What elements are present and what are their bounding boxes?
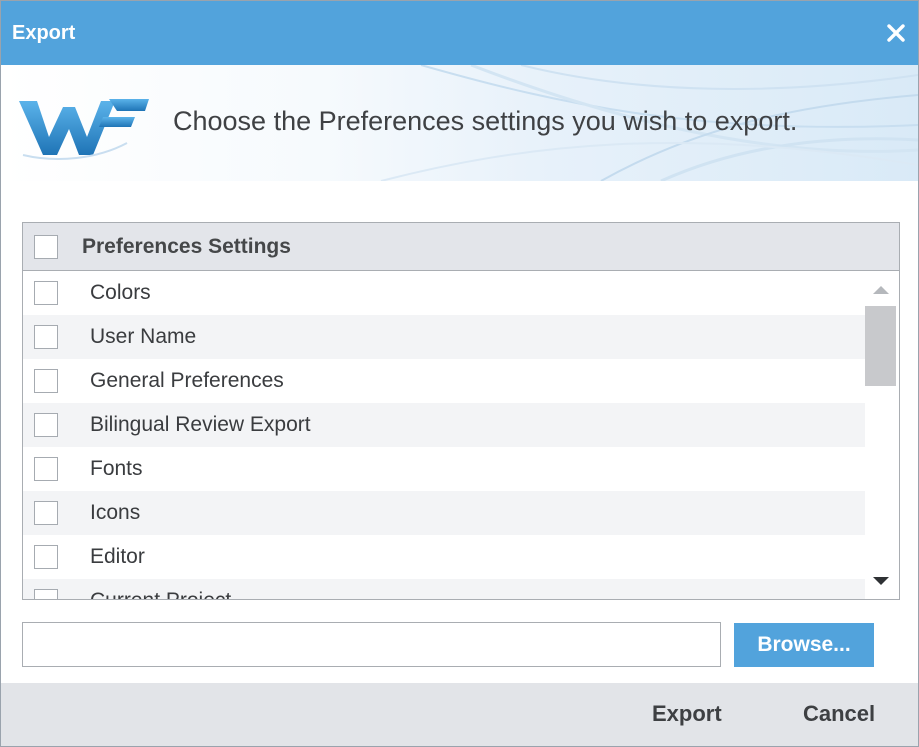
item-label: Fonts [90,457,143,480]
close-icon[interactable] [884,21,908,45]
list-item[interactable]: Editor [23,535,865,579]
dialog-title: Export [12,21,76,44]
list-item[interactable]: General Preferences [23,359,865,403]
dialog-footer: Export Cancel [1,683,918,746]
scroll-down-arrow-icon[interactable] [873,577,889,585]
list-item[interactable]: Colors [23,271,865,315]
item-label: Colors [90,281,151,304]
item-checkbox[interactable] [34,545,58,569]
item-checkbox[interactable] [34,457,58,481]
list-scrollbar[interactable] [865,271,899,599]
select-all-checkbox[interactable] [34,234,58,259]
list-header-label: Preferences Settings [82,234,291,258]
list-body: Colors User Name General Preferences Bil… [23,271,865,599]
preferences-list: Preferences Settings Colors User Name Ge… [22,222,900,600]
title-bar: Export [1,1,918,65]
browse-button[interactable]: Browse... [734,623,874,667]
list-item[interactable]: Fonts [23,447,865,491]
export-button[interactable]: Export [652,701,722,727]
wf-logo [19,99,149,160]
item-label: Editor [90,545,145,568]
header-banner: Choose the Preferences settings you wish… [1,65,918,181]
item-label: Current Project [90,589,231,599]
scroll-up-arrow-icon[interactable] [873,286,889,294]
item-checkbox[interactable] [34,501,58,525]
list-item[interactable]: Current Project [23,579,865,599]
list-header: Preferences Settings [23,223,899,271]
item-checkbox[interactable] [34,369,58,393]
item-label: Icons [90,501,141,524]
file-path-input[interactable] [22,622,721,667]
item-label: User Name [90,325,197,348]
item-checkbox[interactable] [34,589,58,599]
instruction-text: Choose the Preferences settings you wish… [173,106,798,136]
item-checkbox[interactable] [34,281,58,305]
cancel-button[interactable]: Cancel [803,701,875,727]
item-checkbox[interactable] [34,413,58,437]
item-label: Bilingual Review Export [90,413,311,436]
list-item[interactable]: User Name [23,315,865,359]
list-item[interactable]: Icons [23,491,865,535]
scroll-thumb[interactable] [865,306,896,386]
export-dialog: Export Choose the Preferences settings y… [0,0,919,747]
list-item[interactable]: Bilingual Review Export [23,403,865,447]
item-checkbox[interactable] [34,325,58,349]
item-label: General Preferences [90,369,284,392]
